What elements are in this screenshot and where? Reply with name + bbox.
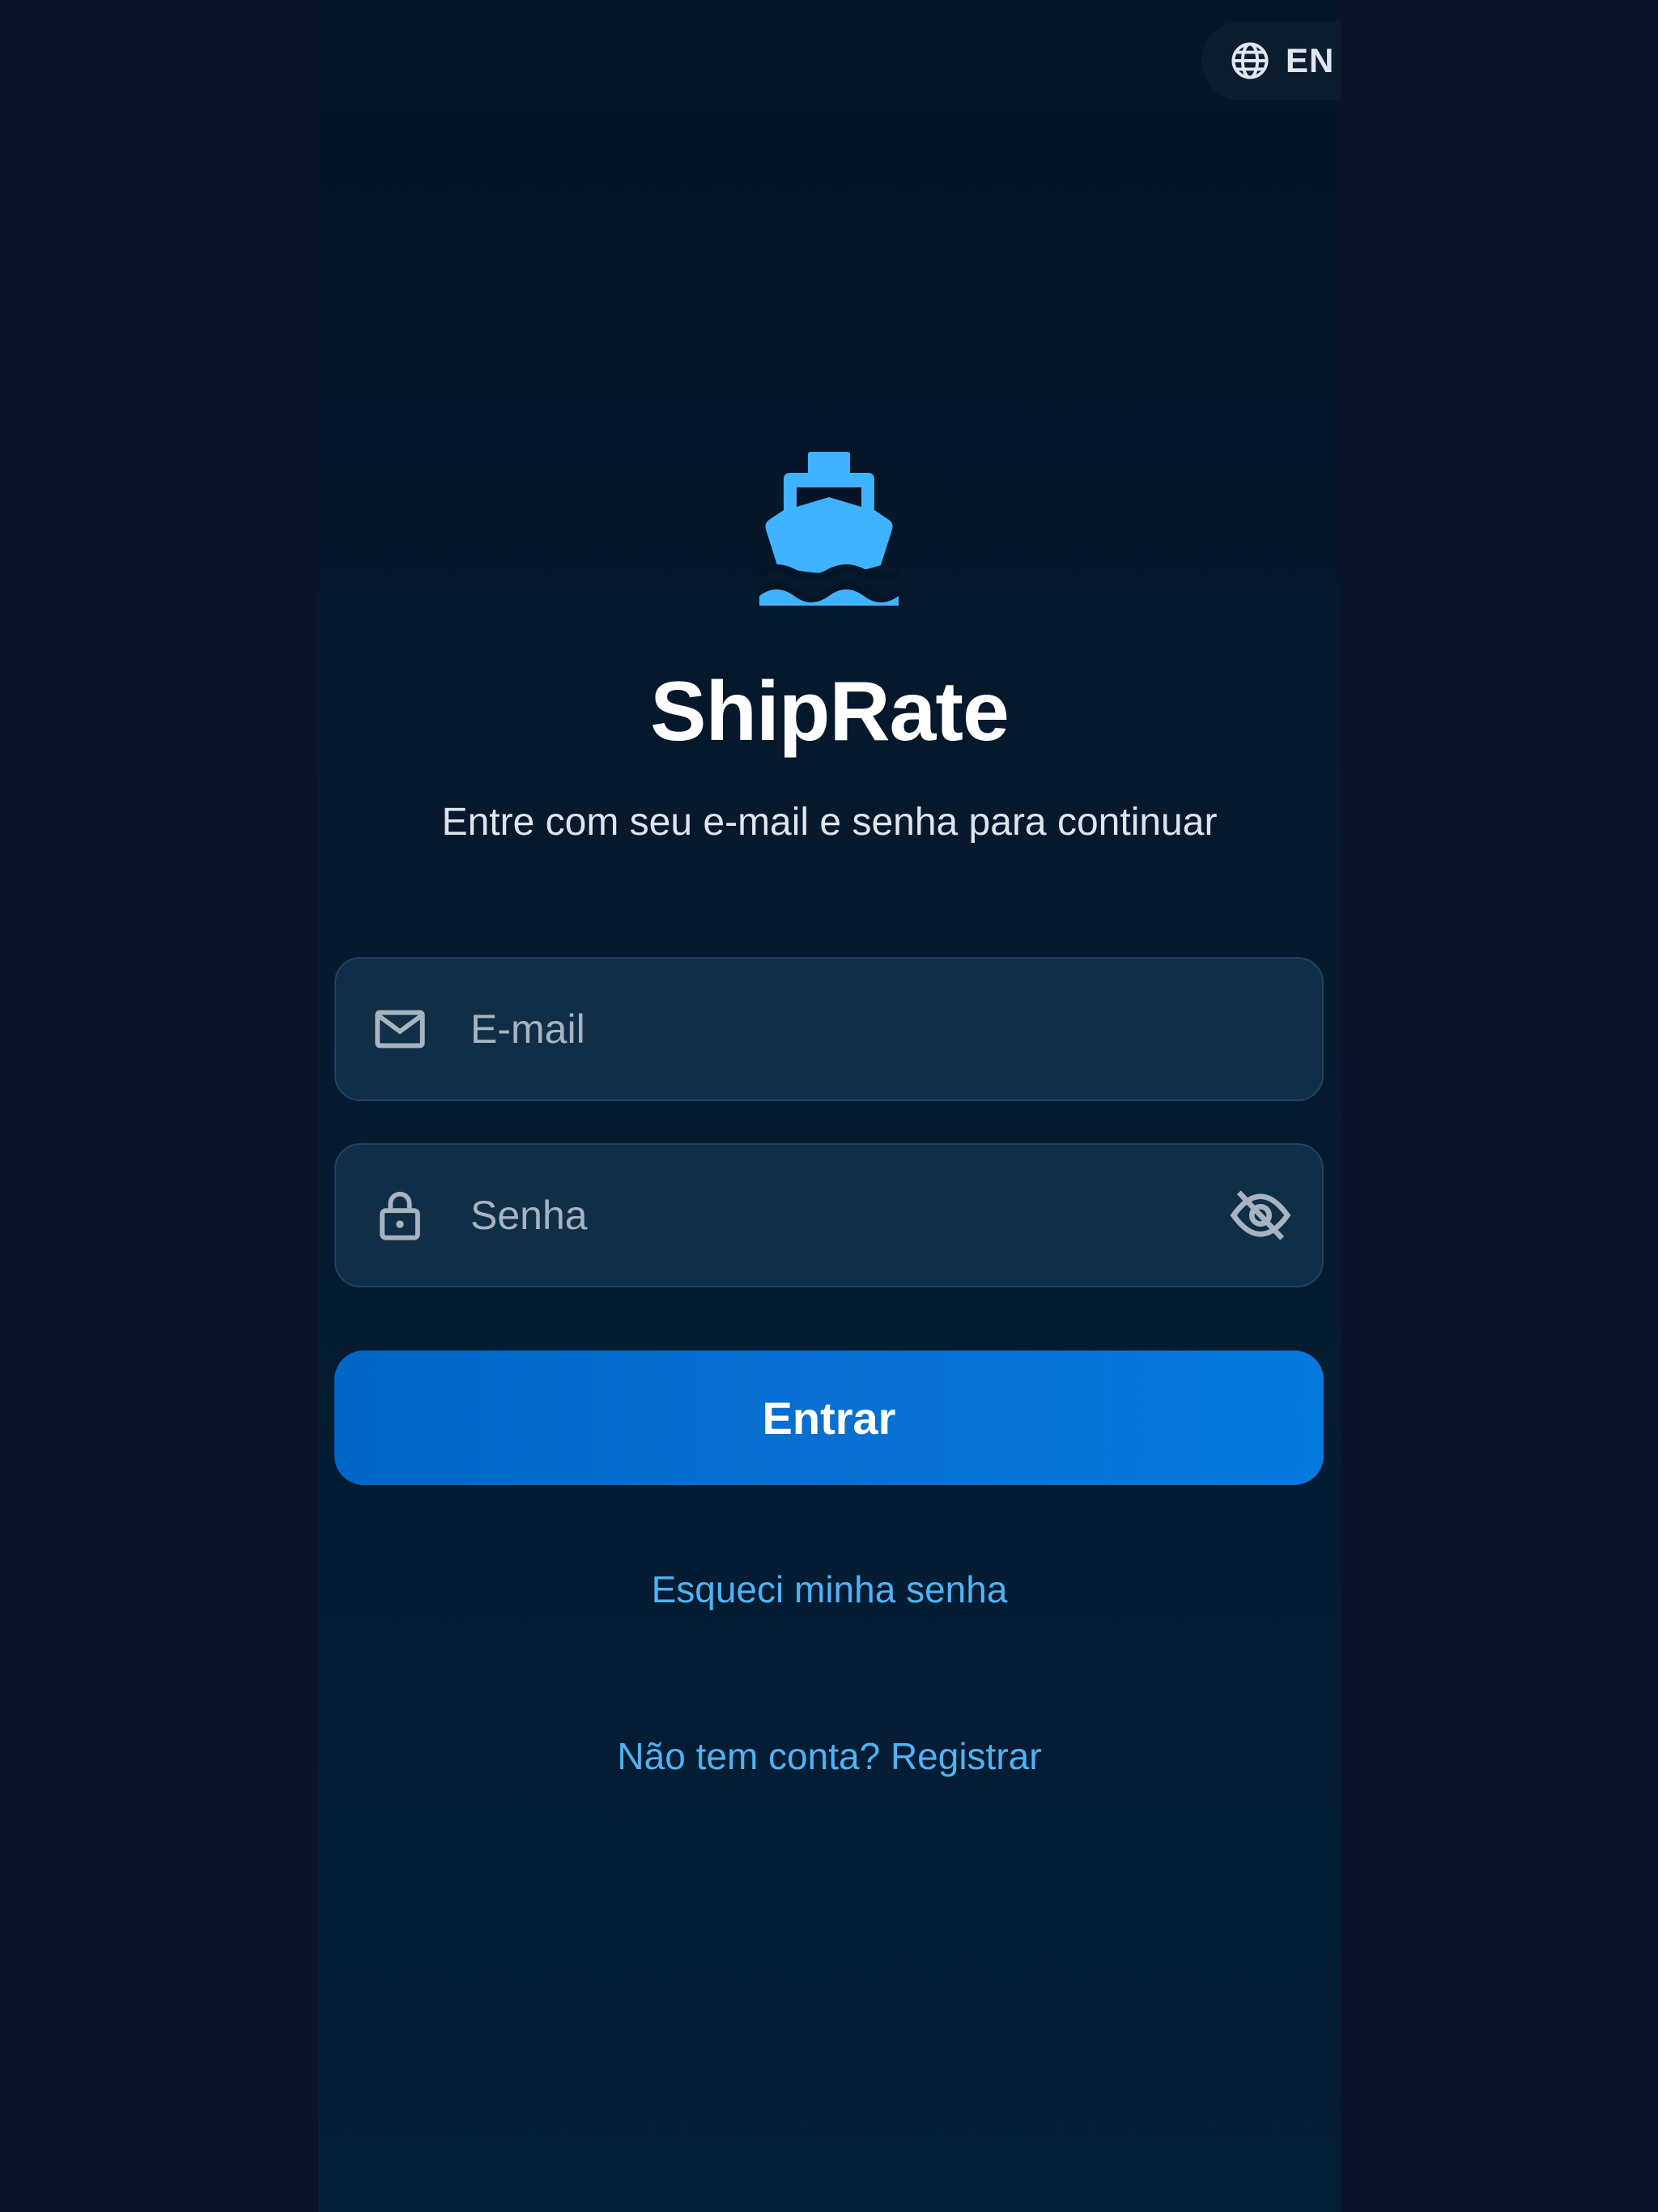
login-subtitle: Entre com seu e-mail e senha para contin…: [441, 801, 1218, 844]
language-toggle-button[interactable]: EN: [1201, 21, 1341, 100]
mail-icon: [375, 1010, 425, 1049]
lock-icon: [380, 1191, 420, 1240]
globe-icon: [1231, 42, 1269, 79]
password-field[interactable]: [334, 1143, 1324, 1287]
login-screen: EN ShipRate Entre com seu e-mail e senha…: [0, 0, 1658, 2212]
top-bar: [318, 0, 1341, 107]
login-button[interactable]: Entrar: [334, 1351, 1324, 1485]
ship-icon: [759, 452, 899, 606]
email-field[interactable]: [334, 957, 1324, 1101]
forgot-password-link[interactable]: Esqueci minha senha: [318, 1568, 1341, 1611]
password-input[interactable]: [470, 1145, 1199, 1286]
email-input[interactable]: [470, 959, 1199, 1100]
app-title: ShipRate: [650, 665, 1010, 759]
language-label: EN: [1286, 41, 1335, 79]
eye-off-icon[interactable]: [1228, 1183, 1293, 1248]
register-link[interactable]: Não tem conta? Registrar: [318, 1734, 1341, 1778]
